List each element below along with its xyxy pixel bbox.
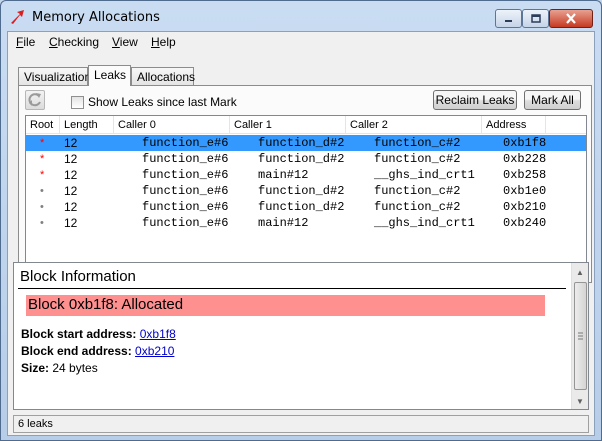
table-row[interactable]: • 12 function_e#6 main#12 __ghs_ind_crt1 0xb2…	[26, 215, 586, 231]
status-bar: 6 leaks	[13, 415, 589, 433]
block-start-label: Block start address:	[21, 327, 137, 341]
root-leak-marker-icon: *	[40, 137, 45, 149]
menu-help[interactable]: Help	[151, 35, 176, 49]
column-header-root[interactable]: Root	[26, 116, 60, 134]
cell-caller1: function_d#2	[258, 152, 345, 166]
app-arrow-icon	[11, 10, 24, 24]
show-leaks-checkbox[interactable]	[71, 95, 84, 109]
window-title: Memory Allocations	[32, 10, 160, 25]
cell-caller1: function_d#2	[258, 184, 345, 198]
minimize-icon	[505, 20, 512, 22]
client-area: File Checking View Help Visualization Le…	[7, 31, 595, 436]
tab-visualization[interactable]: Visualization	[18, 67, 91, 85]
show-leaks-since-mark[interactable]: Show Leaks since last Mark	[71, 95, 237, 109]
block-end-label: Block end address:	[21, 344, 132, 358]
table-row[interactable]: * 12 function_e#6 main#12 __ghs_ind_crt1 0xb2…	[26, 167, 586, 183]
block-end-link[interactable]: 0xb210	[135, 344, 174, 358]
cell-caller2: function_c#2	[374, 152, 461, 166]
root-leak-marker-icon: *	[40, 169, 45, 181]
mark-all-button[interactable]: Mark All	[524, 90, 581, 110]
leaks-table: Root Length Caller 0 Caller 1 Caller 2 A…	[25, 115, 587, 278]
cell-address: 0xb1e0	[503, 184, 547, 198]
column-header-length[interactable]: Length	[60, 116, 114, 134]
minimize-button[interactable]	[495, 9, 522, 28]
cell-caller0: function_e#6	[142, 152, 229, 166]
leak-dot-icon: •	[40, 201, 44, 213]
leak-dot-icon: •	[40, 185, 44, 197]
maximize-button[interactable]	[522, 9, 549, 28]
title-bar[interactable]: Memory Allocations	[1, 1, 601, 31]
cell-caller2: function_c#2	[374, 184, 461, 198]
memory-allocations-window: Memory Allocations File Checking View He…	[0, 0, 602, 441]
cell-length: 12	[64, 216, 78, 230]
block-size-label: Size:	[21, 361, 50, 375]
tab-allocations[interactable]: Allocations	[131, 67, 195, 85]
cell-caller0: function_e#6	[142, 216, 229, 230]
show-leaks-label: Show Leaks since last Mark	[88, 95, 237, 109]
cell-length: 12	[64, 184, 78, 198]
leaks-panel: Show Leaks since last Mark Reclaim Leaks…	[18, 85, 592, 283]
table-header: Root Length Caller 0 Caller 1 Caller 2 A…	[26, 116, 586, 134]
reclaim-leaks-button[interactable]: Reclaim Leaks	[433, 90, 517, 110]
column-header-address[interactable]: Address	[482, 116, 546, 134]
cell-caller1: function_d#2	[258, 200, 345, 214]
maximize-icon	[530, 14, 541, 23]
block-end-line: Block end address: 0xb210	[21, 344, 174, 358]
menu-file[interactable]: File	[16, 35, 35, 49]
scroll-down-arrow-icon[interactable]: ▼	[572, 393, 588, 409]
leak-dot-icon: •	[40, 217, 44, 229]
cell-address: 0xb258	[503, 168, 547, 182]
table-row[interactable]: * 12 function_e#6 function_d#2 function_c#2 0…	[26, 135, 586, 151]
block-information-pane: Block Information Block 0xb1f8: Allocate…	[13, 262, 589, 410]
cell-length: 12	[64, 168, 78, 182]
cell-length: 12	[64, 200, 78, 214]
cell-caller2: function_c#2	[374, 200, 461, 214]
cell-caller1: function_d#2	[258, 136, 345, 150]
column-header-caller1[interactable]: Caller 1	[230, 116, 346, 134]
scrollbar-thumb[interactable]	[574, 282, 587, 390]
heading-divider	[18, 288, 566, 289]
block-start-line: Block start address: 0xb1f8	[21, 327, 176, 341]
block-status-banner: Block 0xb1f8: Allocated	[26, 295, 545, 316]
cell-caller0: function_e#6	[142, 168, 229, 182]
cell-caller0: function_e#6	[142, 200, 229, 214]
menu-bar: File Checking View Help	[8, 32, 594, 52]
cell-caller2: function_c#2	[374, 136, 461, 150]
block-info-heading: Block Information	[20, 268, 136, 285]
cell-caller0: function_e#6	[142, 184, 229, 198]
vertical-scrollbar[interactable]: ▲ ▼	[571, 263, 588, 409]
cell-address: 0xb240	[503, 216, 547, 230]
status-text: 6 leaks	[18, 418, 53, 430]
menu-checking[interactable]: Checking	[49, 35, 99, 49]
block-size-line: Size: 24 bytes	[21, 361, 98, 375]
cell-length: 12	[64, 152, 78, 166]
block-start-link[interactable]: 0xb1f8	[140, 327, 176, 341]
cell-caller2: __ghs_ind_crt1	[374, 168, 475, 182]
column-header-caller2[interactable]: Caller 2	[346, 116, 482, 134]
table-row[interactable]: • 12 function_e#6 function_d#2 function_c#2 0…	[26, 183, 586, 199]
cell-caller1: main#12	[258, 168, 309, 182]
tab-leaks[interactable]: Leaks	[88, 65, 131, 86]
root-leak-marker-icon: *	[40, 153, 45, 165]
close-icon	[566, 13, 576, 24]
column-header-caller0[interactable]: Caller 0	[114, 116, 230, 134]
cell-address: 0xb228	[503, 152, 547, 166]
grip-icon	[578, 332, 583, 340]
menu-view[interactable]: View	[112, 35, 138, 49]
cell-caller0: function_e#6	[142, 136, 229, 150]
close-button[interactable]	[549, 9, 593, 28]
table-row[interactable]: • 12 function_e#6 function_d#2 function_c#2 0…	[26, 199, 586, 215]
cell-length: 12	[64, 136, 78, 150]
cell-caller2: __ghs_ind_crt1	[374, 216, 475, 230]
block-size-value: 24 bytes	[52, 361, 98, 375]
refresh-icon	[28, 93, 41, 107]
scroll-up-arrow-icon[interactable]: ▲	[572, 264, 588, 280]
cell-address: 0xb1f8	[503, 136, 547, 150]
table-row[interactable]: * 12 function_e#6 function_d#2 function_c#2 0…	[26, 151, 586, 167]
cell-caller1: main#12	[258, 216, 309, 230]
cell-address: 0xb210	[503, 200, 547, 214]
refresh-button[interactable]	[25, 90, 45, 110]
